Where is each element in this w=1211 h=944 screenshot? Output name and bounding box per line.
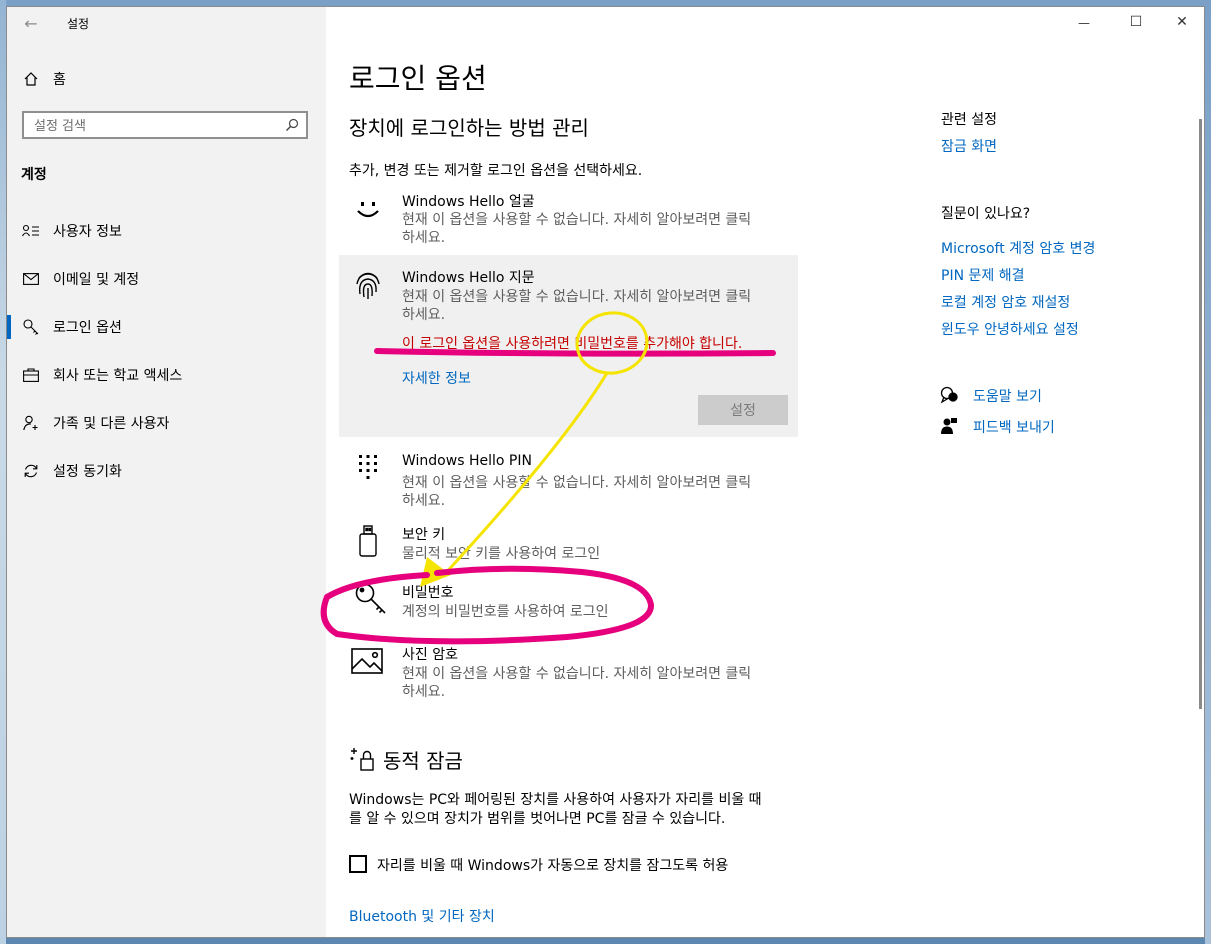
search-box[interactable]	[22, 111, 308, 139]
help-link-local-password[interactable]: 로컬 계정 암호 재설정	[941, 292, 1070, 312]
option-password[interactable]: 비밀번호 계정의 비밀번호를 사용하여 로그인	[339, 579, 798, 629]
maximize-button[interactable]: ☐	[1126, 12, 1146, 32]
main-content: — ☐ ✕ 로그인 옵션 장치에 로그인하는 방법 관리 추가, 변경 또는 제…	[326, 7, 1204, 937]
dynamic-lock-desc: Windows는 PC와 페어링된 장치를 사용하여 사용자가 자리를 비울 때	[349, 792, 762, 808]
option-desc: 물리적 보안 키를 사용하여 로그인	[402, 546, 601, 562]
lock-screen-link[interactable]: 잠금 화면	[941, 136, 997, 156]
sidebar-home[interactable]: 홈	[21, 67, 66, 91]
sidebar-item-label: 가족 및 다른 사용자	[53, 416, 170, 432]
scrollbar[interactable]	[1199, 119, 1202, 709]
option-desc: 하세요.	[402, 307, 446, 323]
option-title: Windows Hello 얼굴	[402, 194, 535, 210]
help-link-ms-password[interactable]: Microsoft 계정 암호 변경	[941, 238, 1095, 258]
search-icon[interactable]	[284, 117, 300, 133]
section-title: 계정	[21, 167, 47, 183]
settings-window: ← 설정 홈 계정 사용자 정보 이메일 및 계정	[6, 6, 1205, 938]
option-desc: 하세요.	[402, 684, 446, 700]
dynamic-lock-title: 동적 잠금	[383, 749, 463, 773]
section-subtitle: 장치에 로그인하는 방법 관리	[349, 116, 589, 140]
search-input[interactable]	[32, 116, 276, 136]
desktop-background-right	[1205, 0, 1211, 944]
briefcase-icon	[21, 365, 41, 385]
more-info-link[interactable]: 자세한 정보	[402, 368, 471, 388]
sidebar: ← 설정 홈 계정 사용자 정보 이메일 및 계정	[7, 7, 326, 937]
dynamic-lock-desc: 를 알 수 있으며 장치가 범위를 벗어나면 PC를 잠글 수 있습니다.	[349, 811, 726, 827]
option-desc: 현재 이 옵션을 사용할 수 없습니다. 자세히 알아보려면 클릭	[402, 475, 752, 491]
sidebar-item-email[interactable]: 이메일 및 계정	[21, 267, 139, 291]
checkbox-label: 자리를 비울 때 Windows가 자동으로 장치를 잠그도록 허용	[377, 858, 729, 874]
sidebar-item-work-school[interactable]: 회사 또는 학교 액세스	[21, 363, 182, 387]
sidebar-home-label: 홈	[53, 72, 66, 88]
help-link-pin[interactable]: PIN 문제 해결	[941, 265, 1024, 285]
option-fingerprint-panel[interactable]: Windows Hello 지문 현재 이 옵션을 사용할 수 없습니다. 자세…	[339, 255, 798, 437]
sidebar-item-sign-in-options[interactable]: 로그인 옵션	[21, 315, 122, 339]
option-title: Windows Hello 지문	[402, 270, 535, 286]
sidebar-item-label: 회사 또는 학교 액세스	[53, 368, 183, 384]
sync-icon	[21, 461, 41, 481]
setup-button[interactable]: 설정	[698, 395, 788, 425]
sidebar-item-family[interactable]: 가족 및 다른 사용자	[21, 411, 169, 435]
face-icon	[353, 195, 383, 225]
minimize-button[interactable]: —	[1074, 13, 1094, 33]
help-link-hello-setup[interactable]: 윈도우 안녕하세요 설정	[941, 319, 1079, 339]
bluetooth-link[interactable]: Bluetooth 및 기타 장치	[349, 906, 495, 926]
close-button[interactable]: ✕	[1172, 12, 1192, 32]
option-title: 사진 암호	[402, 647, 458, 663]
instruction-text: 추가, 변경 또는 제거할 로그인 옵션을 선택하세요.	[349, 163, 643, 179]
option-picture-password[interactable]: 사진 암호 현재 이 옵션을 사용할 수 없습니다. 자세히 알아보려면 클릭 …	[339, 640, 798, 704]
person-add-icon	[21, 413, 41, 433]
option-title: Windows Hello PIN	[402, 453, 532, 469]
fingerprint-icon	[353, 269, 383, 301]
option-pin[interactable]: Windows Hello PIN 현재 이 옵션을 사용할 수 없습니다. 자…	[339, 445, 798, 509]
option-face[interactable]: Windows Hello 얼굴 현재 이 옵션을 사용할 수 없습니다. 자세…	[339, 187, 798, 251]
home-icon	[21, 69, 41, 89]
option-security-key[interactable]: 보안 키 물리적 보안 키를 사용하여 로그인	[339, 520, 798, 570]
option-title: 비밀번호	[402, 585, 454, 601]
dynamic-lock-icon	[349, 745, 377, 773]
feedback-link[interactable]: 피드백 보내기	[973, 417, 1055, 437]
related-settings-title: 관련 설정	[941, 112, 997, 128]
sidebar-item-label: 로그인 옵션	[53, 320, 122, 336]
window-title: 설정	[67, 17, 90, 31]
picture-icon	[349, 646, 385, 676]
option-desc: 하세요.	[402, 230, 446, 246]
page-title: 로그인 옵션	[349, 62, 487, 95]
sidebar-item-label: 이메일 및 계정	[53, 272, 140, 288]
get-help-link[interactable]: 도움말 보기	[973, 386, 1042, 406]
dynamic-lock-checkbox[interactable]	[349, 855, 367, 873]
option-desc: 하세요.	[402, 493, 446, 509]
sidebar-item-user-info[interactable]: 사용자 정보	[21, 219, 122, 243]
selected-indicator	[7, 315, 11, 339]
fingerprint-warning: 이 로그인 옵션을 사용하려면 비밀번호를 추가해야 합니다.	[402, 336, 743, 352]
option-desc: 현재 이 옵션을 사용할 수 없습니다. 자세히 알아보려면 클릭	[402, 666, 752, 682]
help-bubble-icon	[939, 385, 959, 405]
sidebar-item-sync[interactable]: 설정 동기화	[21, 459, 122, 483]
key-icon	[21, 317, 41, 337]
mail-icon	[21, 269, 41, 289]
option-desc: 계정의 비밀번호를 사용하여 로그인	[402, 604, 609, 620]
feedback-icon	[939, 416, 959, 436]
option-title: 보안 키	[402, 527, 446, 543]
usb-key-icon	[353, 524, 383, 558]
user-info-icon	[21, 221, 41, 241]
sidebar-item-label: 사용자 정보	[53, 224, 122, 240]
back-arrow-icon[interactable]: ←	[21, 13, 41, 33]
help-title: 질문이 있나요?	[941, 206, 1031, 222]
option-desc: 현재 이 옵션을 사용할 수 없습니다. 자세히 알아보려면 클릭	[402, 289, 752, 305]
pin-keypad-icon	[353, 451, 383, 485]
sidebar-item-label: 설정 동기화	[53, 464, 122, 480]
password-key-icon	[353, 581, 389, 617]
option-desc: 현재 이 옵션을 사용할 수 없습니다. 자세히 알아보려면 클릭	[402, 212, 752, 228]
